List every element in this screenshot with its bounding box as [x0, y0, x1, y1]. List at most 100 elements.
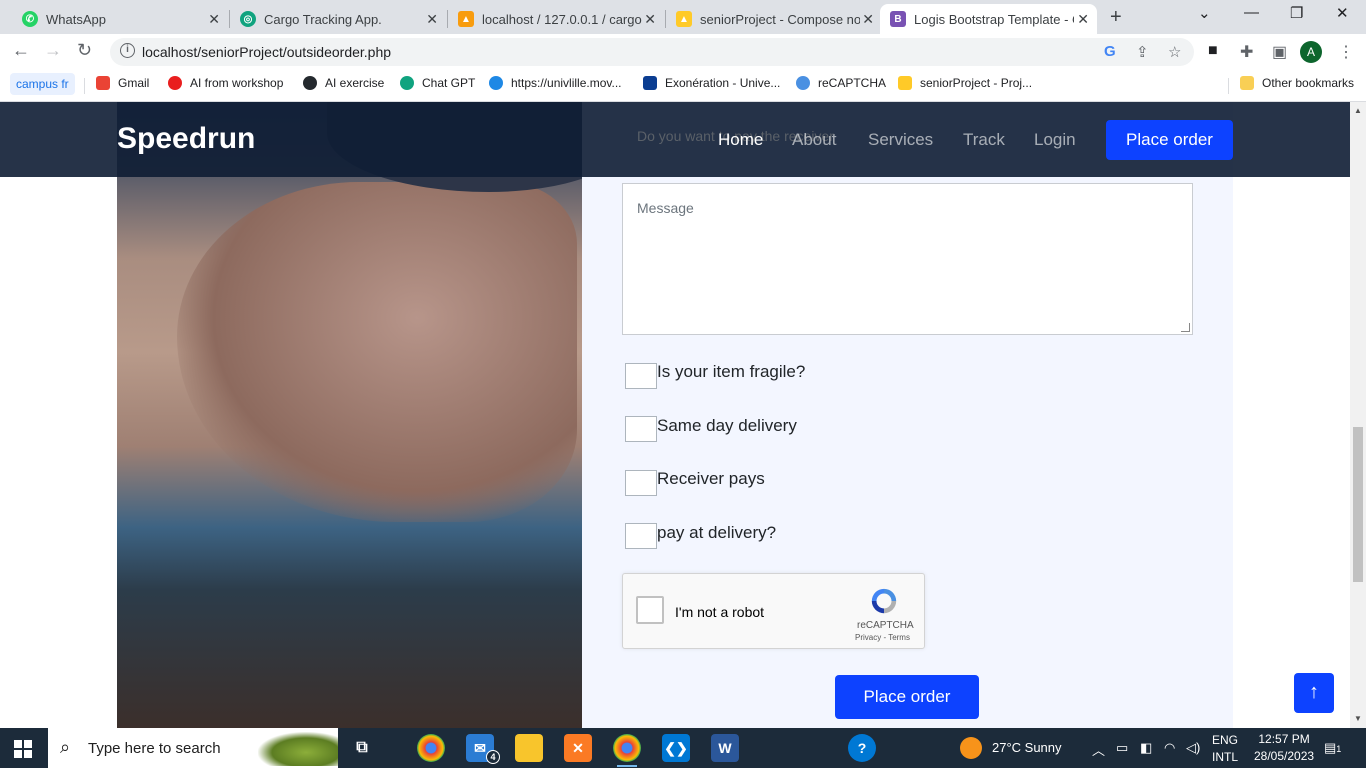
other-bookmarks[interactable]: Other bookmarks [1240, 76, 1354, 90]
back-icon[interactable]: ← [12, 40, 30, 61]
pay-at-delivery-checkbox[interactable] [625, 523, 657, 549]
close-icon[interactable]: ✕ [1077, 11, 1089, 28]
system-clock[interactable]: 12:57 PM 28/05/2023 [1254, 731, 1314, 765]
new-tab-button[interactable]: + [1110, 6, 1122, 29]
clock-date: 28/05/2023 [1254, 749, 1315, 763]
tab-title: seniorProject - Compose not [700, 11, 860, 27]
window-close-icon[interactable]: ✕ [1336, 4, 1349, 22]
recaptcha-checkbox[interactable] [636, 596, 664, 624]
battery-icon[interactable]: ▭ [1116, 740, 1128, 756]
firebase-icon: ▲ [676, 11, 692, 27]
task-view-icon[interactable]: ⧉ [348, 734, 376, 762]
extension-icon[interactable]: ■ [1208, 42, 1218, 60]
folder-icon [1240, 76, 1254, 90]
tab-search-icon[interactable]: ⌄ [1198, 4, 1211, 22]
file-explorer-icon[interactable] [515, 734, 543, 762]
notifications-icon[interactable]: ▤1 [1324, 740, 1341, 756]
bookmark-ai-workshop[interactable]: AI from workshop [168, 76, 283, 90]
google-translate-icon[interactable]: G [1104, 43, 1116, 60]
menu-kebab-icon[interactable]: ⋮ [1338, 42, 1354, 62]
tab-cargo-tracking[interactable]: ◎ Cargo Tracking App. ✕ [230, 4, 446, 34]
browser-toolbar: ← → ↻ i localhost/seniorProject/outsideo… [0, 34, 1366, 70]
reload-icon[interactable]: ↻ [77, 40, 92, 61]
xampp-icon[interactable]: ✕ [564, 734, 592, 762]
side-panel-icon[interactable]: ▣ [1272, 42, 1287, 62]
word-icon[interactable]: W [711, 734, 739, 762]
extensions-puzzle-icon[interactable]: ✚ [1240, 42, 1253, 62]
bookmark-star-icon[interactable]: ☆ [1168, 43, 1181, 61]
globe-icon [489, 76, 503, 90]
place-order-submit-button[interactable]: Place order [835, 675, 979, 719]
bookmark-ai-exercise[interactable]: AI exercise [303, 76, 384, 90]
bookmark-chat-gpt[interactable]: Chat GPT [400, 76, 475, 90]
fragile-label: Is your item fragile? [657, 362, 806, 381]
address-bar[interactable]: i localhost/seniorProject/outsideorder.p… [110, 38, 1194, 66]
close-icon[interactable]: ✕ [208, 11, 220, 28]
url-text[interactable]: localhost/seniorProject/outsideorder.php [142, 44, 391, 60]
nav-login[interactable]: Login [1034, 130, 1076, 150]
bookmark-gmail[interactable]: Gmail [96, 76, 149, 90]
vscode-icon[interactable]: ❮❯ [662, 734, 690, 762]
volume-icon[interactable]: ◁) [1186, 740, 1200, 756]
share-icon[interactable]: ⇪ [1136, 43, 1149, 61]
tray-chevron-icon[interactable]: ︿ [1092, 740, 1105, 759]
weather-sun-icon[interactable] [960, 737, 982, 759]
scrollbar-thumb[interactable] [1353, 427, 1363, 582]
restore-icon[interactable]: ❐ [1290, 4, 1303, 22]
recaptcha-brand: reCAPTCHA [857, 620, 914, 631]
nav-about[interactable]: About [792, 130, 836, 150]
tab-logis-template[interactable]: B Logis Bootstrap Template - C ✕ [880, 4, 1097, 34]
help-icon[interactable]: ? [848, 734, 876, 762]
page-scrollbar[interactable]: ▲ ▼ [1350, 102, 1366, 728]
message-textarea[interactable]: Message [622, 183, 1193, 335]
scroll-down-arrow-icon[interactable]: ▼ [1354, 714, 1362, 723]
recaptcha-label: I'm not a robot [675, 604, 765, 620]
forward-icon[interactable]: → [44, 40, 62, 61]
chrome-icon[interactable] [417, 734, 445, 762]
receiver-pays-checkbox[interactable] [625, 470, 657, 496]
close-icon[interactable]: ✕ [426, 11, 438, 28]
resize-handle[interactable] [1181, 323, 1190, 332]
wifi-icon[interactable]: ◠ [1164, 740, 1175, 756]
devices-icon[interactable]: ◧ [1140, 740, 1152, 756]
mail-icon[interactable]: ✉ 4 [466, 734, 500, 764]
same-day-checkbox[interactable] [625, 416, 657, 442]
language-indicator[interactable]: ENG INTL [1212, 732, 1238, 766]
phpmyadmin-icon: ▲ [458, 11, 474, 27]
site-logo[interactable]: Speedrun [117, 122, 255, 156]
fragile-checkbox[interactable] [625, 363, 657, 389]
windows-start-icon[interactable] [14, 740, 32, 758]
close-icon[interactable]: ✕ [644, 11, 656, 28]
gmail-icon [96, 76, 110, 90]
bookmark-label: seniorProject - Proj... [920, 76, 1033, 90]
nav-track[interactable]: Track [963, 130, 1005, 150]
weather-text[interactable]: 27°C Sunny [992, 740, 1062, 755]
close-icon[interactable]: ✕ [862, 11, 874, 28]
back-to-top-button[interactable]: ↑ [1294, 673, 1334, 713]
tab-firebase[interactable]: ▲ seniorProject - Compose not ✕ [666, 4, 882, 34]
bookmark-divider [84, 78, 85, 94]
minimize-icon[interactable]: — [1244, 4, 1259, 21]
taskbar-search[interactable]: ⌕ Type here to search [48, 728, 338, 768]
site-info-icon[interactable]: i [120, 43, 135, 58]
receiver-pays-label: Receiver pays [657, 469, 765, 488]
photo-face [177, 182, 577, 522]
bookmark-recaptcha[interactable]: reCAPTCHA [796, 76, 886, 90]
bookmark-univlille[interactable]: https://univlille.mov... [489, 76, 621, 90]
scroll-up-arrow-icon[interactable]: ▲ [1354, 106, 1362, 115]
recaptcha-privacy-terms[interactable]: Privacy - Terms [855, 633, 910, 642]
github-icon [303, 76, 317, 90]
tab-title: Logis Bootstrap Template - C [914, 11, 1074, 27]
nav-place-order-button[interactable]: Place order [1106, 120, 1233, 160]
nav-home[interactable]: Home [718, 130, 763, 150]
tab-phpmyadmin[interactable]: ▲ localhost / 127.0.0.1 / cargoa ✕ [448, 4, 664, 34]
chrome-profile-icon[interactable] [613, 734, 641, 767]
bookmark-campus-fr[interactable]: campus fr [10, 73, 75, 95]
search-highlight-image [258, 732, 338, 766]
firebase-icon [898, 76, 912, 90]
profile-avatar[interactable]: A [1300, 41, 1322, 63]
bookmark-exoneration[interactable]: Exonération - Unive... [643, 76, 780, 90]
tab-whatsapp[interactable]: ✆ WhatsApp ✕ [12, 4, 228, 34]
nav-services[interactable]: Services [868, 130, 933, 150]
bookmark-seniorproject[interactable]: seniorProject - Proj... [898, 76, 1032, 90]
